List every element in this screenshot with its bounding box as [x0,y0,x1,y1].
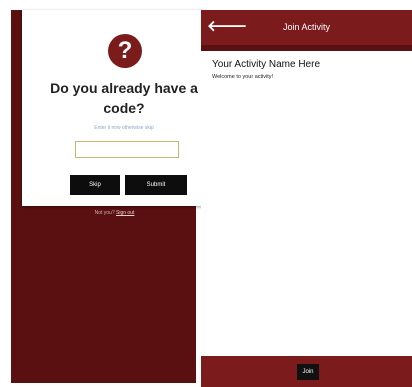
dialog-title: Do you already have a code? [50,80,198,116]
footer-prefix: Not you? [94,210,115,216]
signout-line: Not you? Sign out [22,210,207,216]
sign-out-link[interactable]: Sign out [116,210,134,216]
app-header: Join Activity 🡐 [201,10,412,45]
code-dialog: ? Do you already have a code? Enter it n… [22,10,205,206]
back-arrow-icon[interactable]: 🡐 [207,18,247,36]
question-icon: ? [108,34,142,68]
dialog-hint: Enter it now otherwise skip [94,125,154,131]
activity-welcome: Welcome to your activity! [212,74,274,80]
join-button[interactable]: Join [297,364,319,380]
code-prompt-screen: ? Do you already have a code? Enter it n… [11,10,205,383]
submit-button[interactable]: Submit [125,175,187,195]
activity-content: Your Activity Name Here Welcome to your … [201,51,412,356]
skip-button[interactable]: Skip [70,175,120,195]
activity-name: Your Activity Name Here [212,59,321,70]
join-activity-screen: Join Activity 🡐 Your Activity Name Here … [201,10,412,387]
code-input[interactable] [75,141,179,158]
bottom-bar: Join [201,356,412,387]
